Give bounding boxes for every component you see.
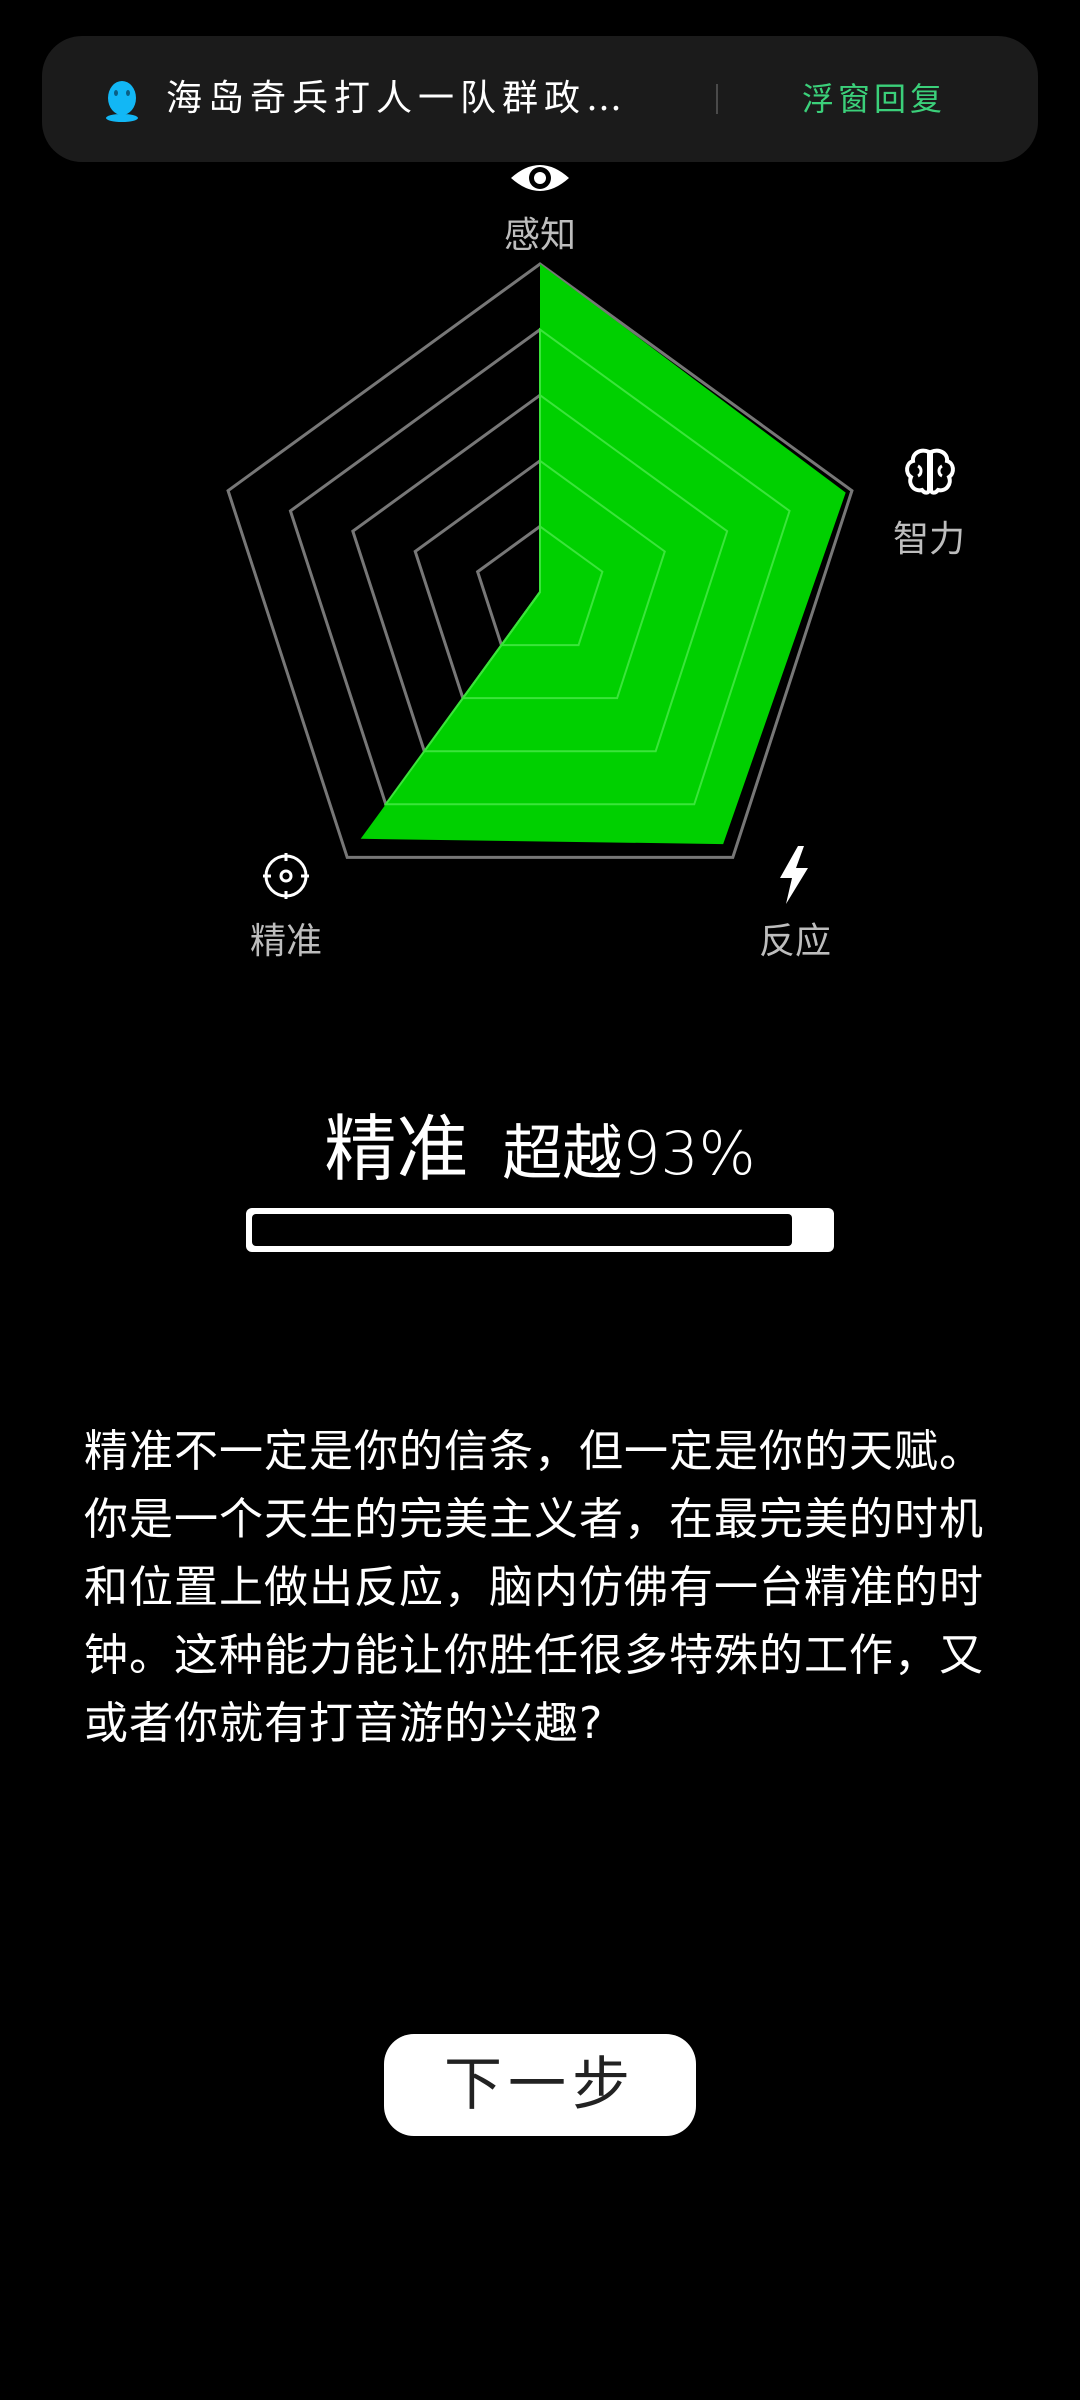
- brain-icon: [905, 448, 955, 495]
- progress-track: [252, 1214, 792, 1246]
- radar-data-area: [360, 264, 846, 845]
- lightning-bolt-icon: [780, 846, 808, 904]
- eye-icon: [511, 165, 569, 191]
- result-percentile: 超越93%: [502, 1119, 756, 1189]
- ability-radar-chart: [226, 262, 854, 859]
- axis-label-perception: 感知: [503, 215, 576, 256]
- axis-label-reaction: 反应: [758, 921, 831, 962]
- crosshair-icon: [263, 853, 309, 899]
- next-step-button[interactable]: 下一步: [384, 2034, 696, 2136]
- result-description: 精准不一定是你的信条，但一定是你的天赋。你是一个天生的完美主义者，在最完美的时机…: [84, 1426, 984, 1749]
- result-category: 精准: [324, 1107, 469, 1191]
- result-heading: 精准 超越93%: [0, 1090, 1080, 1195]
- axis-label-precision: 精准: [249, 921, 322, 962]
- percentile-progress-bar: [246, 1208, 834, 1252]
- axis-label-intelligence: 智力: [892, 519, 965, 560]
